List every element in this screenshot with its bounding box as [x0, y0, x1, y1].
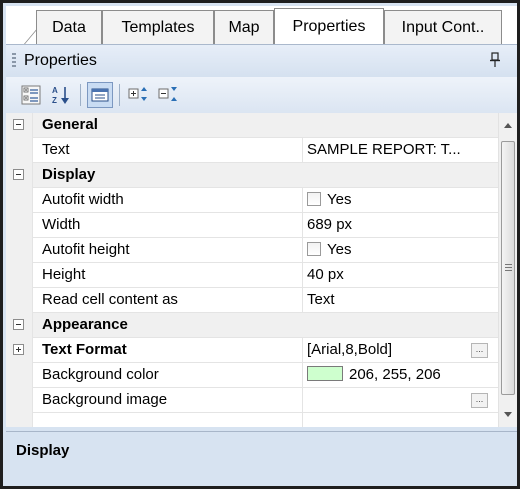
value-text: 689 px [307, 216, 353, 233]
category-general[interactable]: General [6, 113, 498, 138]
ellipsis-button[interactable]: ... [471, 393, 488, 408]
alphabetical-sort-icon[interactable]: A Z [48, 82, 74, 108]
row-gutter [6, 238, 33, 263]
collapse-icon[interactable] [13, 319, 24, 330]
property-value-read-cell-content[interactable]: Text [302, 288, 498, 313]
property-row-autofit-width[interactable]: Autofit width Yes [6, 188, 498, 213]
row-gutter [6, 263, 33, 288]
tab-properties[interactable]: Properties [274, 8, 384, 45]
tab-label: Templates [121, 18, 195, 36]
value-text: [Arial,8,Bold] [307, 341, 393, 358]
scroll-down-icon[interactable] [504, 412, 512, 417]
tab-label: Input Cont.. [401, 18, 485, 36]
panel-header: Properties [6, 44, 517, 77]
property-value-width[interactable]: 689 px [302, 213, 498, 238]
property-value-text-format[interactable]: [Arial,8,Bold] ... [302, 338, 498, 363]
panel-title: Properties [24, 52, 97, 69]
row-gutter [6, 313, 33, 338]
property-name: Width [42, 216, 81, 233]
property-name: Height [42, 266, 86, 283]
checkbox[interactable] [307, 192, 321, 206]
row-gutter [6, 163, 33, 188]
pin-icon[interactable] [489, 52, 501, 71]
categorized-view-icon[interactable] [18, 82, 44, 108]
property-name: Background color [42, 366, 159, 383]
category-display[interactable]: Display [6, 163, 498, 188]
toolbar-separator [119, 84, 120, 106]
scroll-up-icon[interactable] [504, 123, 512, 128]
property-name: Autofit height [42, 241, 130, 258]
expand-icon[interactable] [13, 344, 24, 355]
value-text: Yes [327, 241, 352, 258]
thumb-grip-icon [505, 264, 512, 271]
value-text: Yes [327, 191, 352, 208]
property-grid: General Text SAMPLE REPORT: T... Display… [6, 113, 498, 427]
svg-text:A: A [52, 86, 58, 95]
property-name: Background image [42, 391, 168, 408]
property-row-background-image[interactable]: Background image ... [6, 388, 498, 413]
property-value-text[interactable]: SAMPLE REPORT: T... [302, 138, 498, 163]
property-row-read-cell-content[interactable]: Read cell content as Text [6, 288, 498, 313]
svg-text:Z: Z [52, 96, 57, 105]
tab-label: Map [228, 18, 260, 36]
category-label: Appearance [42, 316, 128, 333]
value-text: Text [307, 291, 335, 308]
toolbar-separator [80, 84, 81, 106]
property-name: Text Format [42, 341, 127, 358]
property-row-background-color[interactable]: Background color 206, 255, 206 [6, 363, 498, 388]
row-gutter [6, 338, 33, 363]
row-gutter [6, 288, 33, 313]
row-gutter [6, 213, 33, 238]
tab-data[interactable]: Data [36, 10, 102, 44]
property-row-height[interactable]: Height 40 px [6, 263, 498, 288]
property-value-height[interactable]: 40 px [302, 263, 498, 288]
property-value-autofit-width[interactable]: Yes [302, 188, 498, 213]
row-gutter [6, 188, 33, 213]
property-name: Autofit width [42, 191, 124, 208]
property-value-autofit-height[interactable]: Yes [302, 238, 498, 263]
color-swatch[interactable] [307, 366, 343, 381]
property-name: Read cell content as [42, 291, 178, 308]
tab-strip: Data Templates Map Properties Input Cont… [6, 6, 517, 45]
property-value-background-color[interactable]: 206, 255, 206 [302, 363, 498, 388]
property-row-width[interactable]: Width 689 px [6, 213, 498, 238]
property-row-autofit-height[interactable]: Autofit height Yes [6, 238, 498, 263]
property-row-text[interactable]: Text SAMPLE REPORT: T... [6, 138, 498, 163]
tab-label: Data [52, 18, 86, 36]
value-text: SAMPLE REPORT: T... [307, 141, 461, 158]
category-label: General [42, 116, 98, 133]
expand-all-icon[interactable] [126, 82, 152, 108]
ellipsis-button[interactable]: ... [471, 343, 488, 358]
tab-input-controls[interactable]: Input Cont.. [384, 10, 502, 44]
tab-templates[interactable]: Templates [102, 10, 214, 44]
category-label: Display [42, 166, 96, 183]
drag-grip-icon[interactable] [12, 53, 16, 69]
row-gutter [6, 113, 33, 138]
property-name: Text [42, 141, 70, 158]
properties-window: Data Templates Map Properties Input Cont… [0, 0, 520, 489]
checkbox[interactable] [307, 242, 321, 256]
collapse-icon[interactable] [13, 119, 24, 130]
scroll-thumb[interactable] [501, 141, 515, 395]
collapse-all-icon[interactable] [156, 82, 182, 108]
vertical-scrollbar[interactable] [498, 113, 517, 427]
property-row-text-format[interactable]: Text Format [Arial,8,Bold] ... [6, 338, 498, 363]
row-gutter [6, 413, 33, 427]
property-value-background-image[interactable]: ... [302, 388, 498, 413]
value-text: 206, 255, 206 [349, 366, 441, 383]
property-row-partial [6, 413, 498, 427]
property-value-partial [302, 413, 498, 427]
tab-map[interactable]: Map [214, 10, 274, 44]
property-pages-icon[interactable] [87, 82, 113, 108]
category-appearance[interactable]: Appearance [6, 313, 498, 338]
row-gutter [6, 388, 33, 413]
toolbar: A Z [6, 77, 517, 113]
row-gutter [6, 363, 33, 388]
description-title: Display [16, 442, 70, 459]
collapse-icon[interactable] [13, 169, 24, 180]
row-gutter [6, 138, 33, 163]
description-pane: Display [6, 431, 517, 486]
value-text: 40 px [307, 266, 344, 283]
tab-label: Properties [292, 18, 366, 35]
